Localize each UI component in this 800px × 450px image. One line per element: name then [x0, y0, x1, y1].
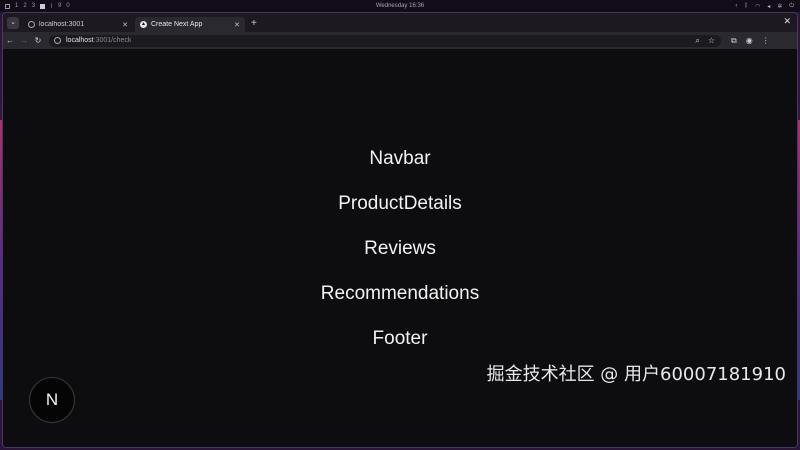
browser-toolbar: ← → ↻ localhost:3001/check ⌕ ☆ ⧉ ◉ ⋮	[3, 32, 797, 49]
power-icon[interactable]: ⏻	[789, 3, 794, 10]
tab-search-button[interactable]: ⌄	[7, 17, 19, 29]
component-navbar: Navbar	[369, 148, 431, 169]
watermark: 掘金技术社区 @ 用户60007181910	[486, 364, 786, 385]
url-host: localhost	[66, 37, 94, 44]
tab-strip: ⌄ localhost:3001 ✕ ▲ Create Next App ✕ +…	[3, 13, 797, 32]
tab-title: Create Next App	[151, 21, 203, 28]
tab-create-next-app[interactable]: ▲ Create Next App ✕	[135, 17, 245, 32]
chevron-left-icon[interactable]: ‹	[735, 3, 737, 9]
component-footer: Footer	[372, 328, 428, 349]
nextjs-devtools-button[interactable]: N	[29, 377, 75, 423]
volume-icon[interactable]: ◂	[767, 3, 770, 10]
menu-icon[interactable]: ⋮	[762, 36, 770, 45]
page-viewport: Navbar ProductDetails Reviews Recommenda…	[3, 49, 797, 447]
extensions-icon[interactable]: ⧉	[731, 36, 737, 46]
component-recommendations: Recommendations	[320, 283, 480, 304]
component-list: Navbar ProductDetails Reviews Recommenda…	[3, 141, 797, 366]
bluetooth-icon[interactable]: ᛒ	[744, 3, 748, 9]
address-bar[interactable]: localhost:3001/check ⌕ ☆	[49, 34, 721, 47]
zoom-icon[interactable]: ⌕	[695, 36, 699, 46]
window-close-icon[interactable]: ✕	[783, 16, 791, 27]
close-icon[interactable]: ✕	[122, 21, 128, 29]
os-top-bar: 1 2 3 ⌇ 9 0 Wednesday 16:36 ‹ ᛒ ◠ ◂ ✲ ⏻	[0, 0, 800, 12]
tab-title: localhost:3001	[39, 21, 85, 28]
bookmark-star-icon[interactable]: ☆	[708, 36, 715, 45]
address-bar-actions: ⌕ ☆	[695, 35, 715, 47]
component-reviews: Reviews	[364, 238, 436, 259]
nextjs-logo-icon: N	[45, 390, 59, 409]
tab-localhost[interactable]: localhost:3001 ✕	[23, 17, 133, 32]
new-tab-button[interactable]: +	[251, 18, 257, 29]
reload-icon[interactable]: ↻	[31, 36, 45, 45]
system-tray: ‹ ᛒ ◠ ◂ ✲ ⏻	[735, 0, 794, 12]
os-clock[interactable]: Wednesday 16:36	[0, 3, 800, 9]
toolbar-actions: ⧉ ◉ ⋮	[731, 36, 770, 46]
wifi-icon[interactable]: ◠	[755, 3, 760, 10]
back-icon[interactable]: ←	[3, 36, 17, 45]
url-path: :3001/check	[93, 37, 132, 44]
close-icon[interactable]: ✕	[234, 21, 240, 29]
profile-icon[interactable]: ◉	[746, 36, 753, 45]
forward-icon[interactable]: →	[17, 36, 31, 45]
settings-icon[interactable]: ✲	[777, 3, 782, 10]
desktop: 1 2 3 ⌇ 9 0 Wednesday 16:36 ‹ ᛒ ◠ ◂ ✲ ⏻ …	[0, 0, 800, 450]
globe-icon	[28, 21, 35, 28]
nextjs-icon: ▲	[140, 21, 147, 28]
component-product-details: ProductDetails	[338, 193, 462, 214]
site-info-icon[interactable]	[54, 37, 61, 44]
